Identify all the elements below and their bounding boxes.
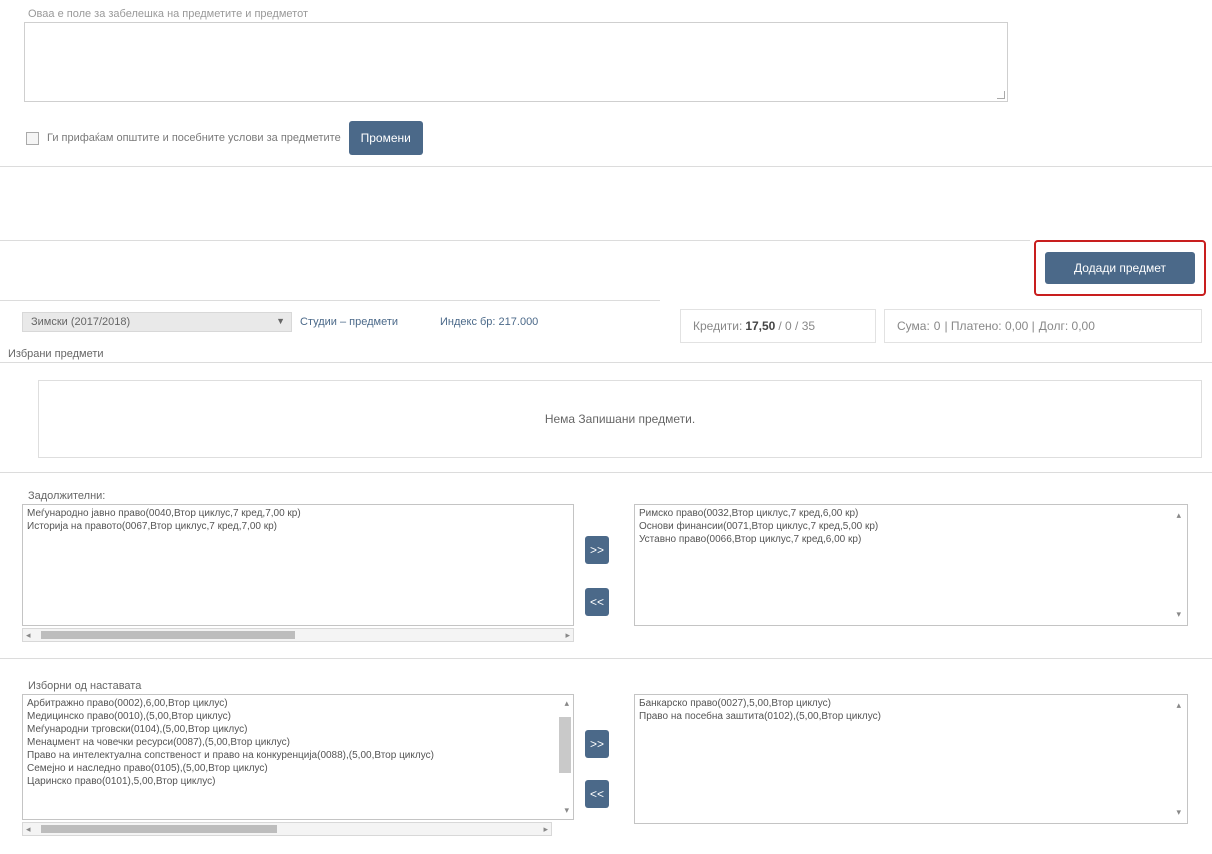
- move-right-button[interactable]: >>: [585, 536, 609, 564]
- list-item[interactable]: Царинско право(0101),5,00,Втор циклус): [27, 775, 551, 788]
- list-item[interactable]: Основи финансии(0071,Втор циклус,7 кред,…: [639, 520, 1183, 533]
- list-item[interactable]: Меѓународни трговски(0104),(5,00,Втор ци…: [27, 723, 551, 736]
- credits-label: Кредити:: [693, 319, 743, 333]
- list-item[interactable]: Меѓународно јавно право(0040,Втор циклус…: [27, 507, 569, 520]
- list-item[interactable]: Арбитражно право(0002),6,00,Втор циклус): [27, 697, 551, 710]
- list-item[interactable]: Право на посебна заштита(0102),(5,00,Вто…: [639, 710, 1183, 723]
- notes-textarea[interactable]: [24, 22, 1008, 102]
- sum-value: 0: [933, 319, 941, 333]
- scroll-down-icon[interactable]: ▾: [564, 804, 569, 817]
- list-item[interactable]: Римско право(0032,Втор циклус,7 кред,6,0…: [639, 507, 1183, 520]
- resize-grip-icon[interactable]: [997, 91, 1005, 99]
- list-item[interactable]: Семејно и наследно право(0105),(5,00,Вто…: [27, 762, 551, 775]
- divider: [0, 362, 1212, 363]
- index-number: Индекс бр: 217.000: [440, 316, 539, 328]
- terms-checkbox[interactable]: [26, 131, 39, 145]
- mandatory-selected-list[interactable]: Римско право(0032,Втор циклус,7 кред,6,0…: [634, 504, 1188, 626]
- move-right-button[interactable]: >>: [585, 730, 609, 758]
- terms-label: Ги прифаќам општите и посебните услови з…: [47, 132, 341, 144]
- move-left-button[interactable]: <<: [585, 780, 609, 808]
- terms-row: Ги прифаќам општите и посебните услови з…: [26, 121, 423, 155]
- divider: [0, 472, 1212, 473]
- scroll-thumb[interactable]: [559, 717, 571, 773]
- scroll-up-icon[interactable]: ▴: [1176, 699, 1181, 712]
- divider: [0, 300, 660, 301]
- list-item[interactable]: Медицинско право(0010),(5,00,Втор циклус…: [27, 710, 551, 723]
- studies-link[interactable]: Студии – предмети: [300, 316, 398, 328]
- credits-value: 17,50: [745, 319, 776, 333]
- list-item[interactable]: Уставно право(0066,Втор циклус,7 кред,6,…: [639, 533, 1183, 546]
- notes-label: Оваа е поле за забелешка на предметите и…: [28, 8, 308, 20]
- add-subject-button[interactable]: Додади предмет: [1045, 252, 1195, 284]
- electives-label: Изборни од наставата: [28, 680, 142, 692]
- scroll-thumb[interactable]: [41, 631, 295, 639]
- divider: [0, 240, 1030, 241]
- scroll-up-icon[interactable]: ▴: [564, 697, 569, 710]
- change-button[interactable]: Промени: [348, 121, 423, 155]
- list-item[interactable]: Историја на правото(0067,Втор циклус,7 к…: [27, 520, 569, 533]
- scroll-left-icon[interactable]: ◂: [26, 824, 31, 835]
- horizontal-scrollbar[interactable]: ◂ ▸: [22, 628, 574, 642]
- list-item[interactable]: Право на интелектуална сопственост и пра…: [27, 749, 551, 762]
- credits-rest: / 0 / 35: [778, 319, 816, 333]
- chevron-down-icon: ▼: [276, 316, 285, 326]
- semester-select[interactable]: Зимски (2017/2018) ▼: [22, 312, 292, 332]
- electives-available-list[interactable]: Арбитражно право(0002),6,00,Втор циклус)…: [22, 694, 574, 820]
- empty-message: Нема Запишани предмети.: [544, 412, 696, 426]
- move-left-button[interactable]: <<: [585, 588, 609, 616]
- mandatory-available-list[interactable]: Меѓународно јавно право(0040,Втор циклус…: [22, 504, 574, 626]
- add-subject-highlight: Додади предмет: [1034, 240, 1206, 296]
- scroll-right-icon[interactable]: ▸: [543, 824, 548, 835]
- electives-selected-list[interactable]: Банкарско право(0027),5,00,Втор циклус) …: [634, 694, 1188, 824]
- divider: [0, 658, 1212, 659]
- debt-label: Долг: 0,00: [1038, 319, 1095, 333]
- scroll-right-icon[interactable]: ▸: [565, 630, 570, 641]
- semester-select-value: Зимски (2017/2018): [31, 316, 131, 328]
- scroll-left-icon[interactable]: ◂: [26, 630, 31, 641]
- list-item[interactable]: Менаџмент на човечки ресурси(0087),(5,00…: [27, 736, 551, 749]
- paid-label: | Платено: 0,00 |: [944, 319, 1035, 333]
- sum-label: Сума:: [897, 319, 930, 333]
- selected-subjects-label: Избрани предмети: [8, 348, 104, 360]
- scroll-down-icon[interactable]: ▾: [1176, 608, 1181, 621]
- horizontal-scrollbar[interactable]: ◂ ▸: [22, 822, 552, 836]
- scroll-down-icon[interactable]: ▾: [1176, 806, 1181, 819]
- mandatory-label: Задолжителни:: [28, 490, 106, 502]
- payment-box: Сума: 0 | Платено: 0,00 | Долг: 0,00: [884, 309, 1202, 343]
- list-item[interactable]: Банкарско право(0027),5,00,Втор циклус): [639, 697, 1183, 710]
- divider: [0, 166, 1212, 167]
- scroll-thumb[interactable]: [41, 825, 277, 833]
- selected-subjects-empty: Нема Запишани предмети.: [38, 380, 1202, 458]
- scroll-up-icon[interactable]: ▴: [1176, 509, 1181, 522]
- credits-box: Кредити: 17,50 / 0 / 35: [680, 309, 876, 343]
